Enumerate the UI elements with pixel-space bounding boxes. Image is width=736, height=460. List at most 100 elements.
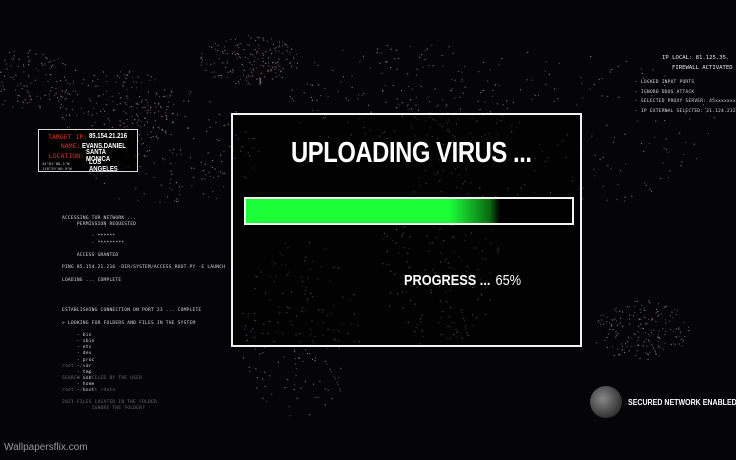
map-dot — [122, 85, 124, 87]
map-dot — [13, 58, 15, 60]
map-dot — [665, 305, 667, 307]
map-dot — [384, 84, 386, 87]
map-dot — [272, 66, 274, 68]
map-dot — [544, 70, 546, 72]
map-dot — [599, 158, 601, 160]
map-dot — [428, 101, 431, 103]
map-dot — [317, 109, 319, 111]
map-dot — [633, 305, 635, 307]
map-dot — [478, 71, 480, 73]
map-dot — [154, 112, 156, 114]
map-dot — [650, 329, 652, 331]
map-dot — [664, 333, 666, 336]
map-dot — [271, 53, 273, 55]
map-dot — [278, 69, 280, 71]
map-dot — [678, 343, 680, 345]
map-dot — [26, 85, 28, 87]
map-dot — [212, 160, 214, 162]
map-dot — [10, 65, 12, 67]
watermark: Wallpapersflix.com — [4, 442, 88, 453]
map-dot — [252, 75, 254, 77]
map-dot — [125, 74, 127, 77]
map-dot — [147, 133, 149, 135]
map-dot — [262, 352, 264, 354]
map-dot — [289, 52, 291, 54]
map-dot — [623, 200, 626, 202]
map-dot — [637, 339, 639, 341]
map-dot — [637, 120, 639, 122]
map-dot — [293, 100, 295, 102]
map-dot — [172, 103, 175, 105]
map-dot — [624, 351, 626, 354]
map-dot — [241, 64, 243, 66]
map-dot — [678, 327, 680, 329]
map-dot — [30, 82, 32, 84]
map-dot — [655, 120, 657, 122]
map-dot — [15, 74, 17, 76]
terminal-line: ESTABLISHING CONNECTION ON PORT 23 ... C… — [62, 308, 202, 314]
map-dot — [99, 95, 101, 97]
map-dot — [44, 63, 46, 65]
map-dot — [340, 390, 342, 392]
firewall-status: FIREWALL ACTIVATED — [672, 65, 733, 71]
map-dot — [653, 329, 655, 332]
status_right-items-line: - SELECTED PROXY SERVER: 45xxxxxxx — [635, 99, 736, 104]
progress-percent: 65% — [495, 272, 522, 289]
map-dot — [664, 342, 666, 344]
map-dot — [618, 96, 620, 98]
map-dot — [607, 95, 609, 97]
map-dot — [624, 343, 627, 345]
map-dot — [338, 377, 340, 379]
map-dot — [44, 94, 46, 96]
map-dot — [181, 186, 183, 188]
map-dot — [102, 94, 104, 96]
map-dot — [351, 86, 353, 89]
map-dot — [606, 124, 608, 126]
map-dot — [506, 107, 508, 109]
map-dot — [491, 95, 493, 97]
map-dot — [149, 79, 151, 81]
map-dot — [628, 350, 630, 352]
map-dot — [291, 89, 293, 91]
map-dot — [21, 87, 23, 90]
map-dot — [225, 66, 227, 69]
map-dot — [657, 310, 659, 313]
map-dot — [104, 110, 106, 112]
map-dot — [145, 99, 147, 101]
map-dot — [621, 343, 623, 345]
map-dot — [628, 323, 630, 325]
map-dot — [636, 349, 638, 352]
map-dot — [170, 162, 172, 165]
map-dot — [200, 161, 202, 163]
map-dot — [407, 103, 409, 106]
map-dot — [105, 80, 107, 83]
map-dot — [636, 300, 638, 302]
map-dot — [326, 347, 328, 349]
map-dot — [314, 360, 316, 362]
map-dot — [4, 59, 6, 61]
map-dot — [247, 74, 249, 76]
map-dot — [446, 105, 448, 107]
map-dot — [289, 96, 291, 98]
map-dot — [680, 165, 682, 167]
terminal-line: PING 85.154.21.216 -DIR/SYSTEM/ACCESS_RO… — [62, 265, 226, 271]
map-dot — [669, 320, 671, 322]
map-dot — [660, 313, 663, 315]
map-dot — [209, 45, 211, 48]
map-dot — [669, 170, 671, 172]
map-dot — [674, 344, 677, 346]
map-dot — [652, 69, 654, 71]
map-dot — [479, 108, 481, 110]
map-dot — [657, 341, 660, 343]
map-dot — [603, 323, 605, 325]
map-dot — [664, 75, 666, 77]
map-dot — [143, 193, 145, 195]
map-dot — [311, 84, 314, 86]
map-dot — [126, 95, 128, 97]
map-dot — [622, 311, 624, 313]
map-dot — [554, 88, 556, 90]
map-dot — [15, 89, 17, 91]
map-dot — [247, 35, 249, 37]
map-dot — [237, 80, 239, 83]
map-dot — [29, 50, 31, 52]
